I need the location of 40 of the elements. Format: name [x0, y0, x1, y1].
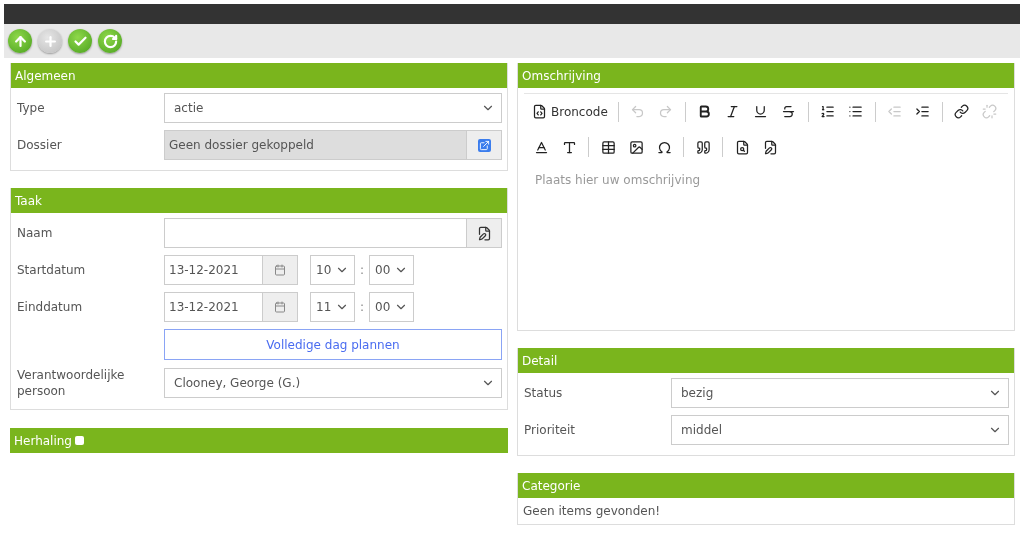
select-field[interactable]: bezig	[671, 378, 1009, 408]
minute-select[interactable]: 00	[369, 255, 414, 285]
repeat-checkbox[interactable]	[75, 436, 84, 445]
time-separator: :	[358, 263, 365, 277]
hour-select[interactable]: 11	[310, 292, 355, 322]
check-button[interactable]	[68, 29, 92, 53]
refresh-icon	[102, 33, 118, 49]
panel-header: Algemeen	[11, 63, 507, 88]
field-label: Naam	[17, 225, 54, 241]
template-button[interactable]	[466, 219, 501, 247]
upload-icon	[12, 33, 28, 49]
select-field[interactable]: actie	[164, 93, 502, 123]
field-label: Einddatum	[17, 299, 84, 315]
panel-header: Detail	[518, 348, 1014, 373]
external-link-icon	[477, 138, 491, 152]
panel-header: Taak	[11, 188, 507, 213]
field-label: Startdatum	[17, 262, 87, 278]
field-label: Type	[17, 100, 46, 116]
select-field[interactable]: middel	[671, 415, 1009, 445]
section-title: Herhaling	[14, 433, 72, 448]
field-label: Prioriteit	[524, 422, 577, 438]
field-label: Dossier	[17, 137, 63, 153]
upload-button[interactable]	[8, 29, 32, 53]
name-field[interactable]	[164, 218, 502, 248]
field-value: Geen dossier gekoppeld	[169, 138, 314, 152]
plus-icon	[42, 33, 58, 49]
empty-message: Geen items gevonden!	[522, 503, 662, 520]
dossier-field[interactable]: Geen dossier gekoppeld	[164, 130, 502, 160]
minute-select[interactable]: 00	[369, 292, 414, 322]
time-separator: :	[358, 300, 365, 314]
select-field[interactable]: Clooney, George (G.)	[164, 368, 502, 398]
panel-header: Omschrijving	[518, 63, 1014, 88]
panel-header: Categorie	[518, 473, 1014, 498]
refresh-button[interactable]	[98, 29, 122, 53]
field-label: Status	[524, 385, 564, 401]
field-label: Verantwoordelijke persoon	[17, 367, 126, 399]
source-button[interactable]: Broncode	[528, 98, 612, 125]
file-edit-icon	[476, 225, 492, 241]
hour-select[interactable]: 10	[310, 255, 355, 285]
full-day-button[interactable]: Volledige dag plannen	[164, 329, 502, 360]
